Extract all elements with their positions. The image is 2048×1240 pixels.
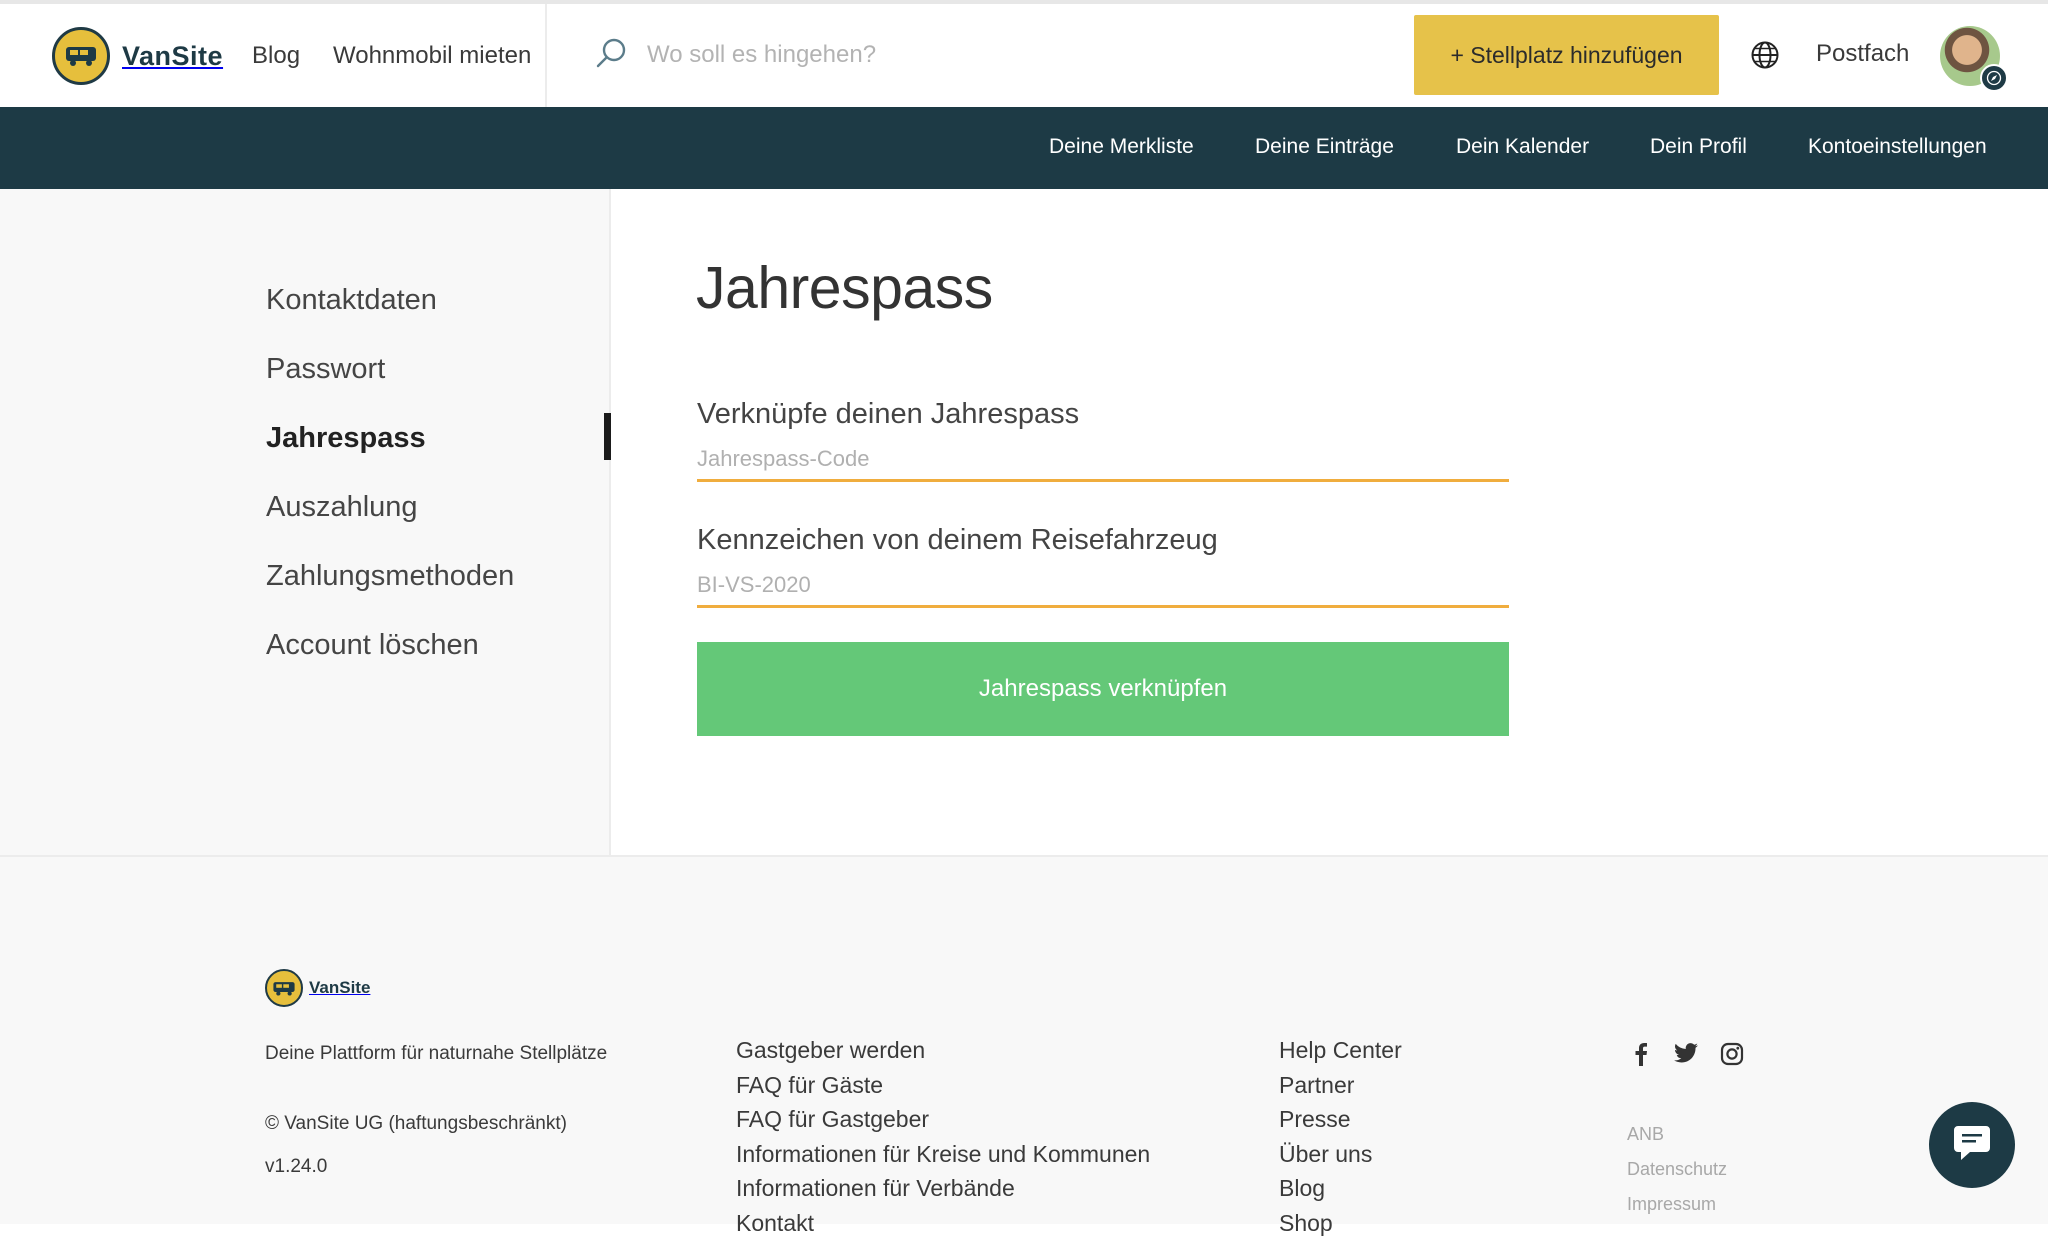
jahrespass-code-label: Verknüpfe deinen Jahrespass (697, 398, 1079, 431)
sidebar-item-jahrespass[interactable]: Jahrespass (266, 422, 426, 455)
subnav-kalender[interactable]: Dein Kalender (1456, 135, 1589, 159)
page-title: Jahrespass (696, 254, 993, 322)
footer-link-faq-gastgeber[interactable]: FAQ für Gastgeber (736, 1102, 1150, 1137)
subnav-profil[interactable]: Dein Profil (1650, 135, 1747, 159)
subnav-kontoeinstellungen[interactable]: Kontoeinstellungen (1808, 135, 1987, 159)
van-logo-icon (52, 27, 110, 85)
globe-icon[interactable] (1750, 40, 1780, 75)
kennzeichen-input[interactable] (697, 564, 1509, 608)
site-footer: VanSite Deine Plattform für naturnahe St… (0, 855, 2048, 1224)
search-icon (595, 37, 627, 74)
header-divider (545, 4, 547, 107)
footer-link-faq-gaeste[interactable]: FAQ für Gäste (736, 1068, 1150, 1103)
footer-link-partner[interactable]: Partner (1279, 1068, 1402, 1103)
footer-logo-wordmark: VanSite (309, 978, 370, 998)
footer-column-1: Gastgeber werden FAQ für Gäste FAQ für G… (736, 1033, 1150, 1240)
sidebar-item-account-loeschen[interactable]: Account löschen (266, 629, 479, 662)
sidebar-item-passwort[interactable]: Passwort (266, 353, 385, 386)
chat-bubble-icon (1950, 1122, 1994, 1169)
footer-link-anb[interactable]: ANB (1627, 1124, 1664, 1145)
footer-link-datenschutz[interactable]: Datenschutz (1627, 1159, 1727, 1180)
sidebar-item-kontaktdaten[interactable]: Kontaktdaten (266, 284, 437, 317)
search-input[interactable] (645, 40, 1265, 70)
sidebar-item-auszahlung[interactable]: Auszahlung (266, 491, 418, 524)
sidebar-item-zahlungsmethoden[interactable]: Zahlungsmethoden (266, 560, 514, 593)
subnav-eintraege[interactable]: Deine Einträge (1255, 135, 1394, 159)
footer-link-shop[interactable]: Shop (1279, 1206, 1402, 1240)
jahrespass-verknuepfen-button[interactable]: Jahrespass verknüpfen (697, 642, 1509, 736)
instagram-icon[interactable] (1720, 1042, 1744, 1071)
footer-link-verbaende[interactable]: Informationen für Verbände (736, 1171, 1150, 1206)
footer-link-ueber-uns[interactable]: Über uns (1279, 1137, 1402, 1172)
footer-link-gastgeber-werden[interactable]: Gastgeber werden (736, 1033, 1150, 1068)
footer-copyright: © VanSite UG (haftungsbeschränkt) (265, 1113, 567, 1135)
footer-tagline: Deine Plattform für naturnahe Stellplätz… (265, 1043, 607, 1065)
footer-column-2: Help Center Partner Presse Über uns Blog… (1279, 1033, 1402, 1240)
vansite-logo[interactable]: VanSite (52, 26, 223, 86)
footer-link-presse[interactable]: Presse (1279, 1102, 1402, 1137)
footer-link-blog[interactable]: Blog (1279, 1171, 1402, 1206)
active-indicator (604, 413, 611, 460)
jahrespass-code-input[interactable] (697, 438, 1509, 482)
footer-link-help-center[interactable]: Help Center (1279, 1033, 1402, 1068)
facebook-icon[interactable] (1634, 1042, 1648, 1071)
avatar[interactable] (1940, 26, 2000, 86)
compass-icon (1980, 64, 2008, 92)
chat-button[interactable] (1929, 1102, 2015, 1188)
add-stellplatz-button[interactable]: + Stellplatz hinzufügen (1414, 15, 1719, 95)
footer-link-kontakt[interactable]: Kontakt (736, 1206, 1150, 1240)
van-logo-icon (265, 969, 303, 1007)
footer-logo[interactable]: VanSite (265, 969, 370, 1007)
search-bar (595, 30, 1295, 80)
nav-wohnmobil-mieten[interactable]: Wohnmobil mieten (333, 42, 531, 70)
footer-link-kreise-kommunen[interactable]: Informationen für Kreise und Kommunen (736, 1137, 1150, 1172)
subnav-merkliste[interactable]: Deine Merkliste (1049, 135, 1194, 159)
account-subnav: Deine Merkliste Deine Einträge Dein Kale… (0, 107, 2048, 189)
logo-wordmark: VanSite (122, 41, 223, 72)
nav-blog[interactable]: Blog (252, 42, 300, 70)
footer-link-impressum[interactable]: Impressum (1627, 1194, 1716, 1215)
postfach-link[interactable]: Postfach (1816, 40, 1909, 68)
twitter-icon[interactable] (1674, 1042, 1698, 1069)
kennzeichen-label: Kennzeichen von deinem Reisefahrzeug (697, 524, 1218, 557)
footer-version: v1.24.0 (265, 1156, 327, 1178)
